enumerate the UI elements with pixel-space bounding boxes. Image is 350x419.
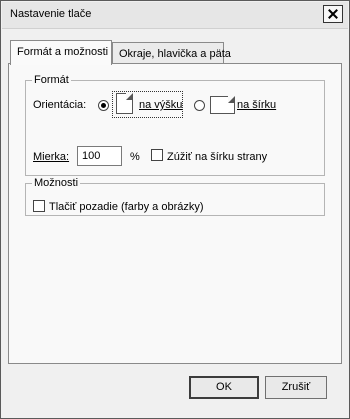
portrait-radio[interactable] bbox=[98, 100, 109, 111]
landscape-page-icon bbox=[210, 96, 235, 114]
format-group: Formát Orientácia: na výšku na šírku Mie… bbox=[25, 74, 325, 176]
print-background-checkbox[interactable] bbox=[33, 200, 45, 212]
tab-margins-header-footer[interactable]: Okraje, hlavička a päta bbox=[112, 42, 231, 64]
tab-format-options[interactable]: Formát a možnosti bbox=[10, 40, 112, 65]
landscape-label[interactable]: na šírku bbox=[237, 99, 276, 111]
orientation-label: Orientácia: bbox=[33, 99, 87, 111]
landscape-radio[interactable] bbox=[194, 100, 205, 111]
format-group-title: Formát bbox=[32, 74, 71, 86]
tab-panel: Formát Orientácia: na výšku na šírku Mie… bbox=[8, 63, 342, 364]
print-background-label[interactable]: Tlačiť pozadie (farby a obrázky) bbox=[49, 201, 204, 213]
options-group-title: Možnosti bbox=[32, 177, 81, 189]
scale-label: Mierka: bbox=[33, 151, 70, 163]
scale-input[interactable] bbox=[77, 146, 122, 166]
tab-label: Okraje, hlavička a päta bbox=[119, 48, 231, 60]
close-icon[interactable] bbox=[323, 5, 343, 23]
title-bar[interactable]: Nastavenie tlače bbox=[2, 2, 348, 29]
print-setup-dialog: Nastavenie tlače Formát a možnosti Okraj… bbox=[0, 0, 350, 419]
cancel-button[interactable]: Zrušiť bbox=[265, 376, 327, 399]
shrink-to-page-label[interactable]: Zúžiť na šírku strany bbox=[167, 151, 267, 163]
window-title: Nastavenie tlače bbox=[10, 8, 92, 20]
ok-button[interactable]: OK bbox=[189, 376, 259, 399]
tab-label: Formát a možnosti bbox=[17, 46, 109, 58]
percent-label: % bbox=[130, 151, 140, 163]
shrink-to-page-checkbox[interactable] bbox=[151, 149, 163, 161]
options-group: Možnosti Tlačiť pozadie (farby a obrázky… bbox=[25, 177, 325, 216]
portrait-label[interactable]: na výšku bbox=[139, 99, 182, 111]
